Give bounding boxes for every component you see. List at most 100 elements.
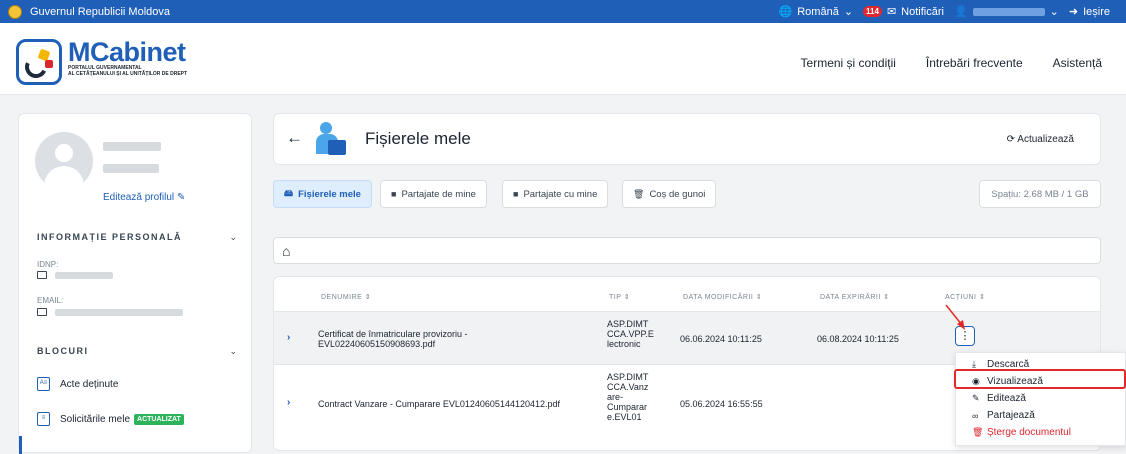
file-modified: 06.06.2024 10:11:25	[680, 334, 762, 344]
sidebar-item-owned-docs[interactable]: A≡ Acte deținute	[37, 377, 118, 391]
back-arrow-icon[interactable]: ←	[286, 128, 303, 148]
file-type: ASP.DIMT CCA.VPP.E lectronic	[607, 319, 654, 349]
profile-sidebar: Editează profilul ✎ INFORMAȚIE PERSONALĂ…	[18, 113, 252, 454]
col-type[interactable]: TIP ⇕	[609, 293, 630, 301]
more-actions-button[interactable]: ⋮	[955, 326, 975, 346]
tab-trash[interactable]: 🗑 Coș de gunoi	[622, 180, 717, 208]
file-modified: 05.06.2024 16:55:55	[680, 399, 763, 409]
mcabinet-logo[interactable]: MCabinet PORTALUL GUVERNAMENTAL AL CETĂȚ…	[16, 39, 187, 85]
tab-label: Fișierele mele	[298, 188, 361, 200]
idnp-label: IDNP:	[37, 260, 59, 269]
tab-label: Partajate cu mine	[523, 188, 598, 200]
highlight-box	[954, 369, 1126, 389]
mail-icon: ✉	[886, 6, 897, 18]
idnp-redacted	[55, 272, 113, 279]
nav-faq[interactable]: Întrebări frecvente	[926, 56, 1023, 70]
header: MCabinet PORTALUL GUVERNAMENTAL AL CETĂȚ…	[0, 23, 1126, 95]
shared-folder-icon: ■	[391, 189, 397, 199]
refresh-icon: ⟳	[1006, 134, 1016, 145]
gov-label: Guvernul Republicii Moldova	[30, 5, 171, 18]
dropdown-edit[interactable]: ✎ Editează	[972, 393, 1026, 404]
dropdown-label: Șterge documentul	[987, 427, 1071, 438]
top-bar: Guvernul Republicii Moldova 🌐 Română ⌄ 114…	[0, 0, 1126, 23]
col-expires[interactable]: DATA EXPIRĂRII ⇕	[820, 293, 890, 301]
updated-badge: ACTUALIZAT	[134, 413, 184, 425]
section-blocks-title: BLOCURI	[37, 346, 89, 356]
file-name[interactable]: Certificat de înmatriculare provizoriu -…	[318, 329, 468, 349]
name-redacted	[103, 142, 161, 151]
chevron-down-icon[interactable]: ⌄	[229, 232, 237, 243]
id-doc-icon: A≡	[37, 377, 50, 391]
trash-icon: 🗑	[633, 188, 645, 199]
tab-shared-by-me[interactable]: ■ Partajate de mine	[380, 180, 487, 208]
active-indicator	[19, 436, 22, 454]
email-label: EMAIL:	[37, 296, 64, 305]
user-folder-icon	[316, 122, 346, 158]
tab-label: Coș de gunoi	[649, 188, 706, 200]
gov-link[interactable]: Guvernul Republicii Moldova	[8, 4, 171, 19]
col-actions: ACȚIUNI ⇕	[945, 294, 986, 301]
logout-icon: ➜	[1068, 6, 1079, 18]
chevron-right-icon[interactable]: ›	[287, 332, 290, 343]
chevron-right-icon[interactable]: ›	[287, 397, 290, 408]
breadcrumb: ⌂	[273, 237, 1101, 264]
chevron-down-icon: ⌄	[1049, 6, 1059, 18]
email-redacted	[55, 309, 183, 316]
page-title: Fișierele mele	[365, 129, 471, 148]
pencil-icon: ✎	[176, 192, 186, 203]
envelope-icon	[37, 308, 47, 316]
trash-icon: 🗑	[972, 427, 984, 437]
sidebar-item-requests[interactable]: ≡ Solicitările mele ACTUALIZAT	[37, 412, 184, 426]
notif-count-badge: 114	[863, 6, 882, 17]
user-menu[interactable]: 👤 ⌄	[954, 5, 1059, 18]
logout-button[interactable]: ➜ Ieșire	[1068, 5, 1110, 19]
notifications-button[interactable]: 114 ✉ Notificări	[863, 5, 944, 18]
language-selector[interactable]: 🌐 Română ⌄	[778, 5, 854, 19]
home-icon[interactable]: ⌂	[282, 243, 290, 259]
col-name[interactable]: DENUMIRE ⇕	[321, 293, 371, 301]
link-icon: ∞	[972, 410, 979, 421]
notif-label: Notificări	[901, 5, 944, 18]
file-type: ASP.DIMT CCA.Vanz are- Cumparar e.EVL01	[607, 372, 649, 422]
document-icon: ≡	[37, 412, 50, 426]
logo-subtitle-2: AL CETĂȚEANULUI ȘI AL UNITĂȚILOR DE DREP…	[68, 71, 188, 77]
header-nav: Termeni și condiții Întrebări frecvente …	[801, 56, 1102, 70]
chevron-down-icon: ⌄	[843, 6, 854, 18]
refresh-button[interactable]: ⟳ Actualizează	[1007, 134, 1074, 145]
edit-profile-link[interactable]: Editează profilul ✎	[103, 192, 185, 203]
dropdown-delete[interactable]: 🗑 Șterge documentul	[972, 427, 1071, 438]
drive-icon: 🖴	[284, 188, 294, 198]
col-modified[interactable]: DATA MODIFICĂRII ⇕	[683, 293, 762, 301]
nav-support[interactable]: Asistență	[1053, 56, 1102, 70]
file-expires: 06.08.2024 10:11:25	[817, 334, 899, 344]
actions-dropdown: ⤓ Descarcă ◉ Vizualizează ✎ Editează ∞ Parta…	[955, 352, 1126, 446]
files-panel-header: ← Fișierele mele ⟳ Actualizează	[273, 113, 1101, 165]
logo-title: MCabinet	[68, 37, 186, 67]
file-name[interactable]: Contract Vanzare - Cumparare EVL01240605…	[318, 399, 560, 409]
tab-my-files[interactable]: 🖴 Fișierele mele	[273, 180, 372, 208]
dropdown-share[interactable]: ∞ Partajează	[972, 410, 1035, 421]
logout-label: Ieșire	[1083, 5, 1110, 18]
id-card-icon	[37, 271, 47, 279]
surname-redacted	[103, 164, 159, 173]
moldova-seal-icon	[8, 4, 22, 19]
section-personal-title: INFORMAȚIE PERSONALĂ	[37, 232, 183, 242]
edit-profile-label: Editează profilul	[103, 192, 175, 203]
shared-folder-icon: ■	[513, 189, 519, 199]
avatar	[35, 132, 93, 190]
dropdown-label: Partajează	[987, 410, 1035, 421]
chevron-down-icon[interactable]: ⌄	[229, 346, 237, 357]
user-name-redacted	[972, 7, 1045, 16]
sidebar-item-label: Acte deținute	[60, 378, 119, 390]
storage-space: Spațiu: 2.68 MB / 1 GB	[979, 180, 1101, 208]
user-icon: 👤	[953, 6, 968, 18]
pencil-icon: ✎	[972, 393, 980, 403]
nav-terms[interactable]: Termeni și condiții	[801, 56, 896, 70]
globe-icon: 🌐	[778, 6, 793, 18]
tab-shared-with-me[interactable]: ■ Partajate cu mine	[502, 180, 609, 208]
refresh-label: Actualizează	[1017, 134, 1074, 145]
dropdown-label: Editează	[987, 393, 1026, 404]
tab-label: Partajate de mine	[401, 188, 476, 200]
language-label: Română	[797, 5, 839, 18]
sidebar-item-label: Solicitările mele	[60, 413, 131, 425]
